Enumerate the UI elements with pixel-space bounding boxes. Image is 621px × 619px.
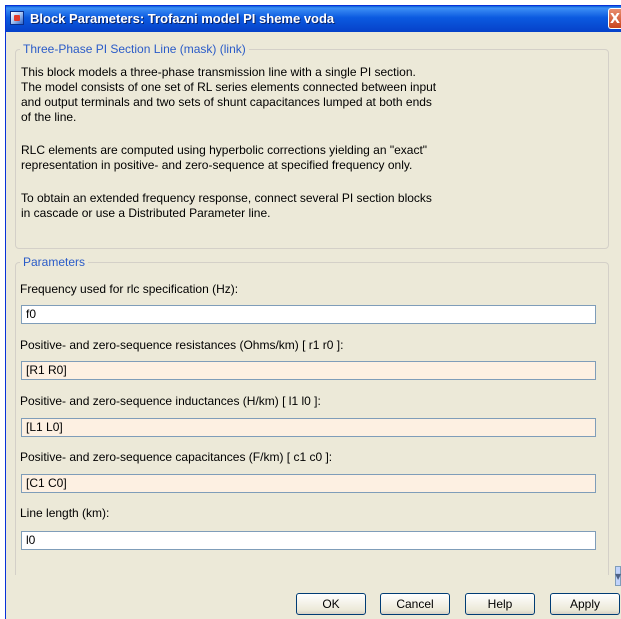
capacitances-input[interactable]: [C1 C0] [21,474,596,493]
ok-button[interactable]: OK [296,593,366,615]
resistances-label: Positive- and zero-sequence resistances … [20,338,344,352]
description-line: representation in positive- and zero-seq… [21,158,413,172]
scroll-down-arrow-icon[interactable]: ▼ [615,572,621,581]
description-line: This block models a three-phase transmis… [21,65,416,79]
close-button[interactable]: X [608,8,621,29]
block-parameters-dialog: Block Parameters: Trofazni model PI shem… [5,5,621,619]
frequency-input[interactable]: f0 [21,305,596,324]
inductances-input[interactable]: [L1 L0] [21,418,596,437]
capacitances-label: Positive- and zero-sequence capacitances… [20,450,333,464]
cancel-button[interactable]: Cancel [380,593,450,615]
window-title: Block Parameters: Trofazni model PI shem… [30,11,335,26]
description-line: To obtain an extended frequency response… [21,191,432,205]
apply-button[interactable]: Apply [550,593,620,615]
title-bar[interactable]: Block Parameters: Trofazni model PI shem… [6,6,621,32]
inductances-label: Positive- and zero-sequence inductances … [20,394,321,408]
line-length-label: Line length (km): [20,506,110,520]
description-line: RLC elements are computed using hyperbol… [21,143,428,157]
resistances-input[interactable]: [R1 R0] [21,361,596,380]
simulink-block-icon [10,11,24,25]
description-line: of the line. [21,110,77,124]
description-line: The model consists of one set of RL seri… [21,80,437,94]
mask-description-group: Three-Phase PI Section Line (mask) (link… [15,42,609,249]
frequency-label: Frequency used for rlc specification (Hz… [20,282,239,296]
vertical-scrollbar[interactable]: ▼ [615,566,621,586]
line-length-input[interactable]: l0 [21,531,596,550]
description-line: in cascade or use a Distributed Paramete… [21,206,271,220]
mask-legend[interactable]: Three-Phase PI Section Line (mask) (link… [20,42,249,56]
description-line: and output terminals and two sets of shu… [21,95,432,109]
help-button[interactable]: Help [465,593,535,615]
parameters-legend: Parameters [20,255,89,269]
